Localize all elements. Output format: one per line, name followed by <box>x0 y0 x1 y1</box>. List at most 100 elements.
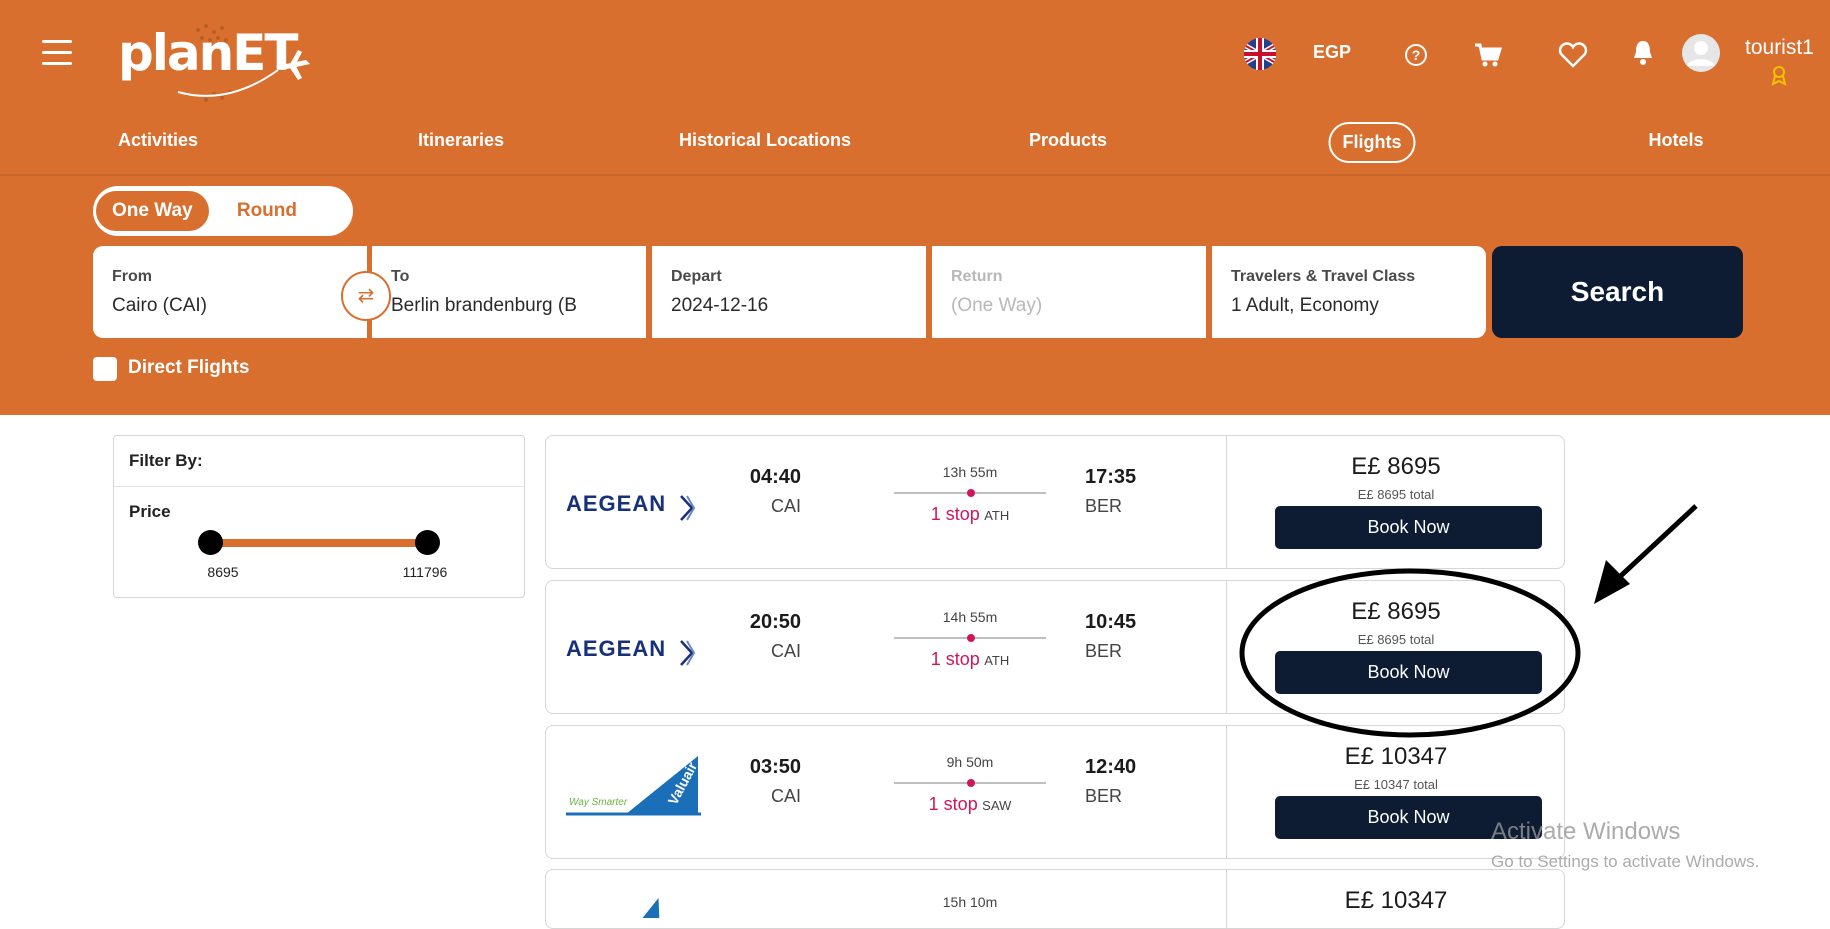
flight-price: E£ 10347 <box>1344 887 1448 914</box>
flight-card[interactable]: AEGEAN 20:50 CAI 14h 55m 1 stop ATH 10:4… <box>545 580 1565 714</box>
stop-dot <box>967 489 975 497</box>
flight-price: E£ 10347 <box>1344 743 1448 770</box>
flight-duration: 14h 55m <box>942 609 998 625</box>
flight-card[interactable]: Valuair Way Smarter 03:50 CAI 9h 50m 1 s… <box>545 725 1565 859</box>
stop-dot <box>967 779 975 787</box>
stop-airport: ATH <box>984 508 1010 523</box>
nav-historical-locations[interactable]: Historical Locations <box>679 130 851 151</box>
nav-hotels[interactable]: Hotels <box>1648 130 1703 151</box>
price-max-value: 111796 <box>402 564 448 580</box>
price-min-handle[interactable] <box>198 530 223 555</box>
depart-time: 20:50 <box>749 611 801 633</box>
flight-total: E£ 10347 total <box>1354 777 1438 792</box>
direct-flights-label[interactable]: Direct Flights <box>128 357 249 379</box>
flight-card[interactable]: AEGEAN 04:40 CAI 13h 55m 1 stop ATH 17:3… <box>545 435 1565 569</box>
annotation-arrowhead <box>1594 560 1630 604</box>
card-divider <box>1226 581 1227 713</box>
uk-flag-icon[interactable] <box>1243 37 1277 71</box>
depart-label: Depart <box>671 268 722 285</box>
book-now-button[interactable]: Book Now <box>1275 651 1542 694</box>
from-label: From <box>112 268 152 285</box>
stop-airport: ATH <box>984 653 1010 668</box>
nav-flights[interactable]: Flights <box>1328 122 1416 163</box>
depart-value[interactable]: 2024-12-16 <box>671 295 768 317</box>
arrive-time: 17:35 <box>1085 466 1137 488</box>
currency-selector[interactable]: EGP <box>1313 42 1351 63</box>
to-value[interactable]: Berlin brandenburg (B <box>391 295 631 317</box>
depart-airport: CAI <box>770 496 801 516</box>
flight-card[interactable]: 15h 10m E£ 10347 <box>545 869 1565 929</box>
heart-icon[interactable] <box>1558 42 1588 68</box>
card-divider <box>1226 436 1227 568</box>
stop-airport: SAW <box>982 798 1012 813</box>
badge-icon <box>1771 66 1787 86</box>
swap-airports-button[interactable]: ⇄ <box>341 271 391 321</box>
travelers-label: Travelers & Travel Class <box>1231 268 1416 285</box>
annotation-arrow-line <box>1610 504 1698 586</box>
flight-total: E£ 8695 total <box>1357 487 1435 502</box>
to-field[interactable]: To Berlin brandenburg (B <box>372 246 646 338</box>
valuair-logo-icon <box>642 898 660 918</box>
from-value[interactable]: Cairo (CAI) <box>112 295 207 317</box>
flight-duration: 13h 55m <box>942 464 998 480</box>
return-field[interactable]: Return (One Way) <box>932 246 1206 338</box>
trip-type-toggle: One Way Round Trip <box>93 186 353 261</box>
stops-info: 1 stop ATH <box>894 504 1046 525</box>
travelers-value[interactable]: 1 Adult, Economy <box>1231 295 1379 317</box>
nav-products[interactable]: Products <box>1029 130 1107 151</box>
one-way-button[interactable]: One Way <box>96 191 209 231</box>
bell-icon[interactable] <box>1631 38 1655 68</box>
book-now-button[interactable]: Book Now <box>1275 506 1542 549</box>
flight-price: E£ 8695 <box>1351 598 1441 625</box>
cart-icon[interactable] <box>1474 42 1502 68</box>
logo-text: planET <box>118 24 299 82</box>
nav-activities[interactable]: Activities <box>118 130 198 151</box>
main-nav: Activities Itineraries Historical Locati… <box>0 122 1830 170</box>
site-logo[interactable]: planET <box>118 10 318 110</box>
arrive-airport: BER <box>1085 786 1123 806</box>
price-max-handle[interactable] <box>415 530 440 555</box>
depart-time: 03:50 <box>749 756 801 778</box>
arrive-time: 12:40 <box>1085 756 1137 778</box>
stop-dot <box>967 634 975 642</box>
flight-price: E£ 8695 <box>1351 453 1441 480</box>
filter-panel: Filter By: Price 8695 111796 <box>113 435 525 598</box>
depart-airport: CAI <box>770 786 801 806</box>
price-filter-title: Price <box>129 502 171 521</box>
round-trip-button[interactable]: Round Trip <box>221 191 313 261</box>
windows-activation-title: Activate Windows <box>1491 818 1681 845</box>
svg-text:?: ? <box>1412 47 1421 63</box>
aegean-logo-icon: AEGEAN <box>566 491 696 521</box>
depart-airport: CAI <box>770 641 801 661</box>
price-min-value: 8695 <box>207 564 239 580</box>
menu-icon[interactable] <box>42 40 72 65</box>
arrive-airport: BER <box>1085 641 1123 661</box>
price-slider-track[interactable] <box>210 539 422 547</box>
header-banner: planET EGP ? tourist1 Activities Itinera… <box>0 0 1830 415</box>
arrive-airport: BER <box>1085 496 1123 516</box>
stops-count: 1 stop <box>930 649 980 669</box>
arrive-time: 10:45 <box>1085 611 1137 633</box>
airline-tagline: Way Smarter <box>569 797 628 808</box>
from-field[interactable]: From Cairo (CAI) <box>93 246 367 338</box>
stops-count: 1 stop <box>928 794 978 814</box>
filter-divider <box>114 486 524 487</box>
direct-flights-checkbox[interactable] <box>93 357 117 381</box>
nav-itineraries[interactable]: Itineraries <box>418 130 504 151</box>
windows-activation-subtitle: Go to Settings to activate Windows. <box>1491 852 1760 871</box>
depart-time: 04:40 <box>749 466 801 488</box>
depart-field[interactable]: Depart 2024-12-16 <box>652 246 926 338</box>
aegean-logo-icon: AEGEAN <box>566 636 696 666</box>
card-divider <box>1226 726 1227 858</box>
help-icon[interactable]: ? <box>1404 43 1428 67</box>
filter-title: Filter By: <box>129 451 203 470</box>
travelers-field[interactable]: Travelers & Travel Class 1 Adult, Econom… <box>1212 246 1486 338</box>
stops-info: 1 stop ATH <box>894 649 1046 670</box>
to-label: To <box>391 268 410 285</box>
airline-name: AEGEAN <box>566 491 666 516</box>
username[interactable]: tourist1 <box>1745 36 1814 60</box>
flight-total: E£ 8695 total <box>1357 632 1435 647</box>
card-divider <box>1226 870 1227 928</box>
search-button[interactable]: Search <box>1492 246 1743 338</box>
avatar-icon[interactable] <box>1681 33 1721 73</box>
